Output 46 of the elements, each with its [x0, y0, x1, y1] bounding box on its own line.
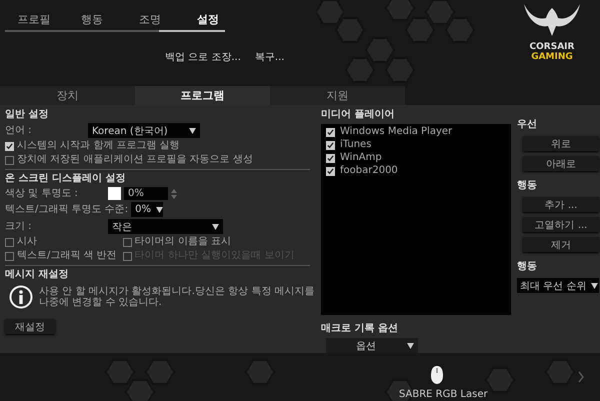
nav-tab[interactable]: 프로필: [5, 10, 63, 29]
section-title: 매크로 기록 옵션: [321, 323, 399, 336]
media-player-name: WinAmp: [340, 152, 382, 164]
section-title: 메시지 재설정: [5, 269, 70, 281]
media-player-name: foobar2000: [340, 165, 398, 177]
menu-link[interactable]: 백업 으로 조장...: [165, 50, 241, 64]
field-label: 언어 :: [5, 124, 33, 136]
priority-button[interactable]: 아래로: [523, 156, 599, 171]
macro-options-dropdown[interactable]: 옵션: [326, 338, 418, 353]
section-title: 일반 설정: [5, 109, 50, 121]
size-dropdown[interactable]: 작은: [108, 219, 223, 234]
opacity-field[interactable]: 0%: [124, 187, 168, 200]
section-title: 미디어 플레이어: [321, 109, 396, 121]
section-title: 행동: [517, 261, 538, 273]
info-message: 사용 안 할 메시지가 활성화됩니다.당신은 항상 특정 메시지를 나중에 변경할 수 있습니다.: [39, 286, 316, 308]
checkbox-label: 장치에 저장된 애플리케이션 프로필을 자동으로 생성: [17, 154, 253, 166]
nav-tab[interactable]: 행동: [63, 10, 121, 29]
menu-link[interactable]: 복구...: [254, 50, 284, 64]
field-label: 크기 :: [5, 220, 33, 232]
reset-button[interactable]: 재설정: [5, 319, 55, 334]
section-tab[interactable]: 장치: [0, 86, 135, 105]
section-tab[interactable]: 프로그램: [135, 86, 270, 105]
section-title: 온 스크린 디스플레이 설정: [5, 173, 126, 185]
language-dropdown[interactable]: Korean (한국어): [88, 123, 200, 138]
field-label: 색상 및 투명도 :: [5, 188, 79, 200]
checkbox-label: 텍스트/그래픽 색 반전: [17, 250, 117, 262]
action-button[interactable]: 제거: [523, 237, 599, 252]
priority-button[interactable]: 위로: [523, 136, 599, 151]
checkbox-label: 시스템의 시작과 함께 프로그램 실행: [17, 140, 180, 152]
action-button[interactable]: 고열하기 ...: [523, 217, 599, 232]
opacity-dropdown[interactable]: 0%: [131, 202, 164, 217]
media-player-name: iTunes: [340, 139, 372, 151]
checkbox-label: 타이머의 이름을 표시: [134, 236, 232, 248]
field-label: 텍스트/그래픽 투명도 수준:: [5, 204, 128, 216]
section-tab[interactable]: 지원: [270, 86, 405, 105]
logo-text: CORSAIR: [530, 42, 574, 52]
device-name: SABRE RGB Laser: [399, 389, 488, 400]
media-player-name: Windows Media Player: [340, 126, 452, 138]
action-button[interactable]: 추가 ...: [523, 197, 599, 212]
nav-tab[interactable]: 조명: [121, 10, 179, 29]
section-title: 행동: [517, 180, 538, 192]
nav-tab[interactable]: 설정: [179, 10, 237, 29]
section-title: 우선: [517, 119, 538, 131]
logo-subtext: GAMING: [531, 52, 573, 62]
behavior-dropdown[interactable]: 최대 우선 순위: [517, 278, 599, 293]
checkbox-label: 시사: [17, 236, 37, 248]
